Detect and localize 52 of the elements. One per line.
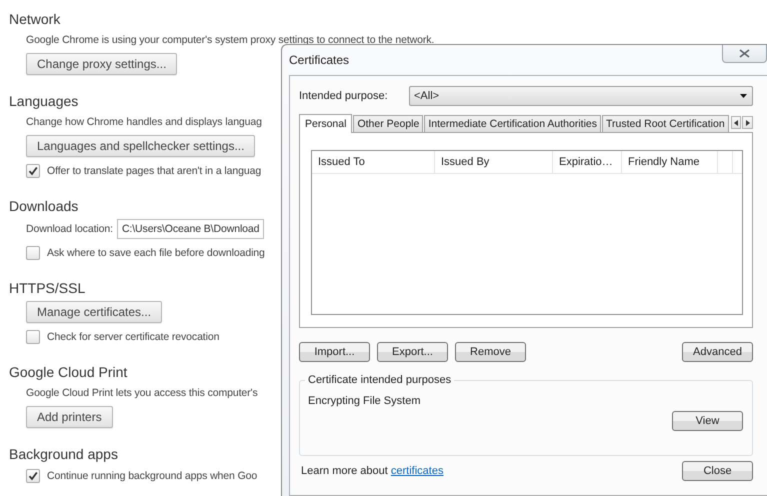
download-location-field[interactable]: C:\Users\Oceane B\Download bbox=[116, 219, 264, 239]
section-title: Downloads bbox=[9, 197, 78, 215]
description-text: Google Chrome is using your computer's system proxy settings to connect to the network. bbox=[26, 33, 434, 48]
checkbox[interactable] bbox=[26, 164, 40, 178]
checkbox[interactable] bbox=[26, 330, 40, 344]
checkbox[interactable] bbox=[26, 469, 40, 483]
settings-button[interactable]: Add printers bbox=[26, 406, 113, 428]
tab[interactable]: Intermediate Certification Authorities bbox=[424, 115, 601, 132]
left-arrow-icon bbox=[734, 120, 738, 126]
close-button[interactable] bbox=[722, 45, 767, 63]
section-title: Google Cloud Print bbox=[9, 363, 128, 381]
field-label: Download location: bbox=[26, 222, 113, 237]
group-title: Certificate intended purposes bbox=[305, 374, 454, 386]
column-header[interactable]: Issued To bbox=[312, 151, 435, 173]
action-button[interactable]: Export... bbox=[377, 342, 448, 362]
section-title: Languages bbox=[9, 92, 78, 110]
checkbox-label: Offer to translate pages that aren't in a languag bbox=[47, 164, 262, 179]
section-title: Network bbox=[9, 10, 60, 28]
right-arrow-icon bbox=[746, 120, 750, 126]
checkbox-label: Continue running background apps when Goo bbox=[47, 469, 258, 484]
certificate-list[interactable]: Issued To Issued By Expiratio… Friendly Name bbox=[311, 150, 743, 315]
section-title: Background apps bbox=[9, 445, 118, 463]
tab[interactable]: Personal bbox=[299, 114, 352, 133]
column-header[interactable]: Friendly Name bbox=[622, 151, 718, 173]
description-text: Change how Chrome handles and displays languag bbox=[26, 115, 262, 130]
close-icon bbox=[739, 49, 750, 58]
purpose-dropdown[interactable]: <All> bbox=[409, 86, 753, 106]
action-button[interactable]: Remove bbox=[455, 342, 526, 362]
action-button[interactable]: Import... bbox=[299, 342, 370, 362]
column-header[interactable]: Expiratio… bbox=[553, 151, 622, 173]
advanced-button[interactable]: Advanced bbox=[682, 342, 753, 362]
close-dialog-button[interactable]: Close bbox=[682, 461, 753, 481]
purpose-text: Encrypting File System bbox=[308, 395, 422, 407]
settings-button[interactable]: Manage certificates... bbox=[26, 301, 162, 323]
tab[interactable]: Trusted Root Certification bbox=[602, 115, 729, 132]
caret-icon bbox=[740, 94, 747, 98]
section-title: HTTPS/SSL bbox=[9, 279, 86, 297]
view-button[interactable]: View bbox=[672, 411, 743, 431]
certificates-link[interactable]: certificates bbox=[390, 465, 444, 477]
learn-more-text: Learn more about certificates bbox=[300, 465, 444, 477]
column-header[interactable]: Issued By bbox=[435, 151, 553, 173]
checkbox[interactable] bbox=[26, 246, 40, 260]
tab[interactable]: Other People bbox=[353, 115, 424, 132]
checkbox-label: Ask where to save each file before downloading bbox=[47, 246, 265, 261]
settings-button[interactable]: Languages and spellchecker settings... bbox=[26, 135, 256, 157]
purpose-label: Intended purpose: bbox=[299, 90, 389, 102]
scroll-left-button[interactable] bbox=[730, 116, 742, 129]
dialog-title: Certificates bbox=[289, 53, 350, 67]
checkbox-label: Check for server certificate revocation bbox=[47, 330, 220, 345]
settings-button[interactable]: Change proxy settings... bbox=[26, 53, 178, 75]
description-text: Google Cloud Print lets you access this computer's bbox=[26, 386, 258, 401]
scroll-right-button[interactable] bbox=[742, 116, 753, 129]
